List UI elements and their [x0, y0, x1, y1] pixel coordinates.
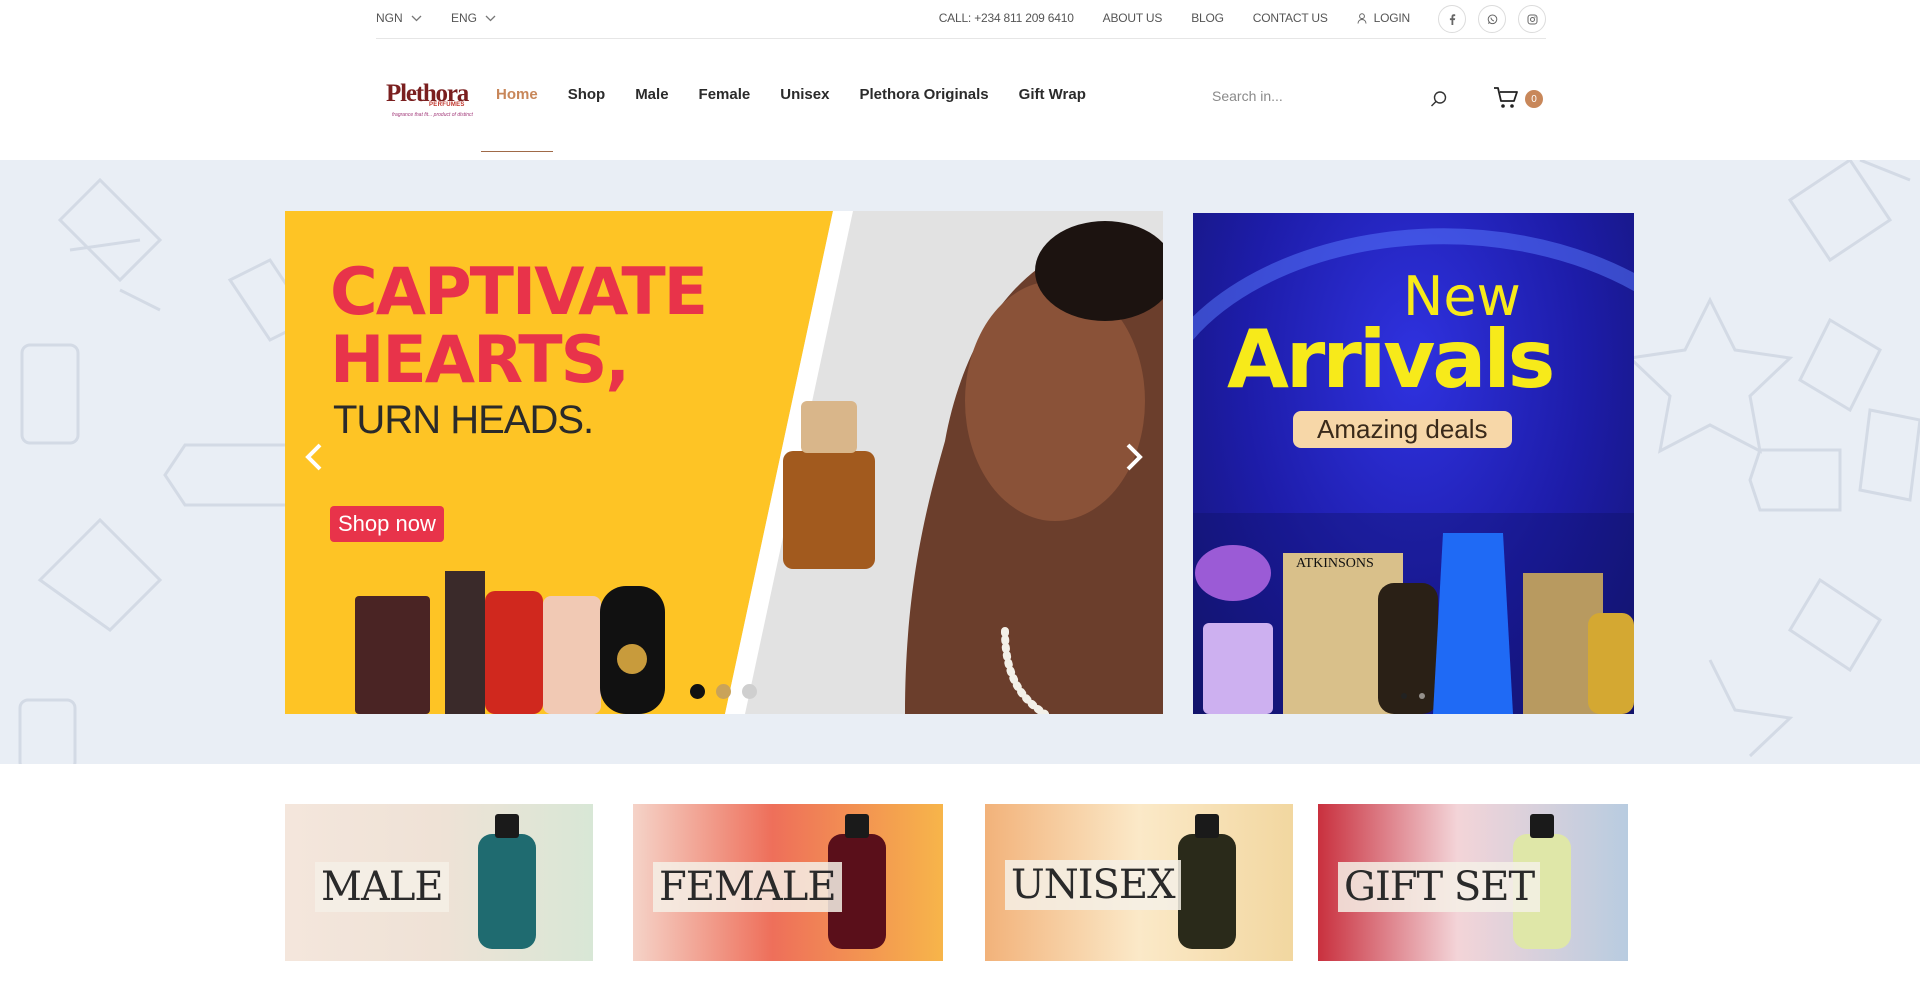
hero-subline: TURN HEADS. [333, 398, 594, 442]
banner-dot-1[interactable] [1401, 693, 1407, 699]
banner-deals-pill: Amazing deals [1293, 411, 1512, 448]
social-links [1438, 5, 1546, 33]
slider-dot-1[interactable] [690, 684, 705, 699]
category-label: GIFT SET [1338, 862, 1541, 912]
main-header: Plethora PERFUMES fragrance that fit... … [0, 40, 1920, 160]
site-logo[interactable]: Plethora PERFUMES fragrance that fit... … [386, 81, 473, 122]
slider-dot-3[interactable] [742, 684, 757, 699]
banner-arrivals-text: Arrivals [1227, 313, 1555, 406]
top-links: CALL: +234 811 209 6410 ABOUT US BLOG CO… [939, 11, 1410, 25]
nav-item-unisex[interactable]: Unisex [765, 86, 844, 144]
login-link[interactable]: LOGIN [1357, 11, 1410, 25]
hero-slide[interactable]: CAPTIVATE HEARTS, TURN HEADS. Shop now [285, 211, 1163, 714]
next-slide-arrow[interactable] [1118, 437, 1148, 477]
nav-item-home[interactable]: Home [481, 86, 553, 152]
main-nav: Home Shop Male Female Unisex Plethora Origina… [481, 86, 1101, 152]
shop-now-button[interactable]: Shop now [330, 506, 444, 542]
nav-item-shop[interactable]: Shop [553, 86, 621, 144]
new-arrivals-banner[interactable]: New Arrivals Amazing deals ATKINSONS [1193, 213, 1634, 714]
facebook-icon [1449, 13, 1455, 25]
nav-item-female[interactable]: Female [684, 86, 766, 144]
chevron-down-icon [411, 15, 422, 21]
search-icon[interactable] [1430, 90, 1448, 108]
blog-link[interactable]: BLOG [1191, 11, 1224, 25]
cart-count-badge: 0 [1525, 90, 1543, 108]
chevron-down-icon [485, 15, 496, 21]
category-label: FEMALE [653, 862, 842, 912]
category-card-male[interactable]: MALE [285, 804, 593, 961]
user-icon [1357, 12, 1367, 24]
cart-button[interactable]: 0 [1493, 86, 1545, 112]
category-label: UNISEX [1005, 860, 1181, 910]
banner-dot-2[interactable] [1419, 693, 1425, 699]
hero-section: CAPTIVATE HEARTS, TURN HEADS. Shop now N… [0, 160, 1920, 764]
category-card-unisex[interactable]: UNISEX [985, 804, 1293, 961]
nav-item-gift-wrap[interactable]: Gift Wrap [1004, 86, 1101, 144]
currency-label: NGN [376, 11, 403, 25]
top-bar: NGN ENG CALL: +234 811 209 6410 ABOUT US… [376, 0, 1546, 39]
banner-dots [1401, 693, 1425, 699]
search-bar [1212, 88, 1448, 112]
category-card-female[interactable]: FEMALE [633, 804, 943, 961]
prev-slide-arrow[interactable] [300, 437, 330, 477]
slider-dots [690, 684, 757, 699]
call-link[interactable]: CALL: +234 811 209 6410 [939, 11, 1074, 25]
contact-us-link[interactable]: CONTACT US [1253, 11, 1328, 25]
whatsapp-icon [1487, 14, 1497, 24]
category-label: MALE [315, 862, 449, 912]
instagram-icon [1527, 14, 1537, 24]
cart-icon [1494, 87, 1518, 108]
language-selector[interactable]: ENG [451, 11, 496, 25]
about-us-link[interactable]: ABOUT US [1103, 11, 1163, 25]
slider-dot-2[interactable] [716, 684, 731, 699]
logo-subtext: PERFUMES [429, 102, 465, 108]
hero-headline: CAPTIVATE HEARTS, [330, 255, 708, 398]
facebook-link[interactable] [1438, 5, 1466, 33]
logo-tagline: fragrance that fit... product of distinc… [392, 112, 473, 118]
currency-selector[interactable]: NGN [376, 11, 422, 25]
nav-item-male[interactable]: Male [620, 86, 683, 144]
login-label: LOGIN [1373, 11, 1411, 25]
search-input[interactable] [1212, 88, 1412, 104]
category-card-gift-set[interactable]: GIFT SET [1318, 804, 1628, 961]
nav-item-plethora-originals[interactable]: Plethora Originals [844, 86, 1003, 144]
instagram-link[interactable] [1518, 5, 1546, 33]
whatsapp-link[interactable] [1478, 5, 1506, 33]
banner-brand-label: ATKINSONS [1296, 556, 1374, 571]
language-label: ENG [451, 11, 478, 25]
